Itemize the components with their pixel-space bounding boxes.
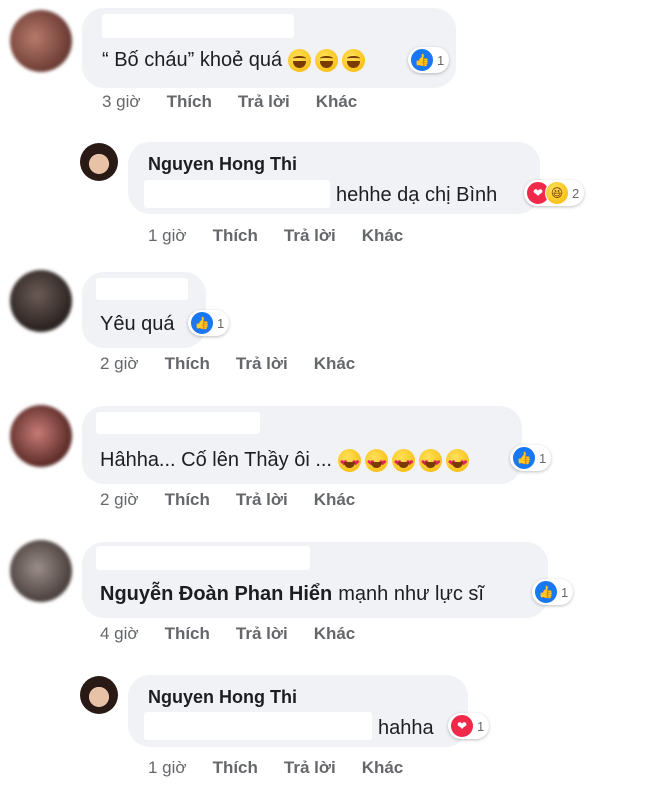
avatar[interactable]: [10, 270, 72, 332]
comment-actions: 3 giờ Thích Trả lời Khác: [102, 92, 383, 112]
redacted-name: [96, 546, 310, 570]
timestamp[interactable]: 2 giờ: [100, 490, 139, 510]
reply-button[interactable]: Trả lời: [238, 92, 290, 112]
emoji-group: [288, 48, 366, 72]
timestamp[interactable]: 1 giờ: [148, 226, 187, 246]
reaction-summary[interactable]: ❤ 1: [448, 713, 490, 739]
comment-text: Hâhha... Cố lên Thầy ôi ...: [100, 448, 469, 475]
reaction-summary[interactable]: ❤ 😆 2: [524, 180, 585, 206]
heart-eyes-emoji: [337, 448, 361, 475]
grinning-sweat-emoji: [342, 48, 366, 72]
comment-text: hehhe dạ chị Bình: [336, 184, 498, 206]
more-button[interactable]: Khác: [314, 490, 356, 510]
avatar[interactable]: [10, 540, 72, 602]
reaction-summary[interactable]: 👍 1: [532, 579, 574, 605]
like-button[interactable]: Thích: [167, 92, 212, 112]
timestamp[interactable]: 3 giờ: [102, 92, 141, 112]
like-reaction-icon: 👍: [410, 48, 434, 72]
comment-author[interactable]: Nguyen Hong Thi: [148, 687, 297, 708]
more-button[interactable]: Khác: [314, 624, 356, 644]
like-reaction-icon: 👍: [534, 580, 558, 604]
like-button[interactable]: Thích: [165, 354, 210, 374]
comment-author[interactable]: Nguyen Hong Thi: [148, 154, 297, 175]
like-reaction-icon: 👍: [512, 446, 536, 470]
redacted-name: [96, 278, 188, 300]
heart-eyes-emoji: [364, 448, 388, 475]
grinning-sweat-emoji: [315, 48, 339, 72]
more-button[interactable]: Khác: [316, 92, 358, 112]
timestamp[interactable]: 1 giờ: [148, 758, 187, 778]
heart-eyes-emoji: [445, 448, 469, 475]
emoji-group: [337, 448, 469, 475]
comment-actions: 1 giờ Thích Trả lời Khác: [148, 226, 429, 246]
comment-text: Nguyễn Đoàn Phan Hiển mạnh như lực sĩ: [100, 582, 484, 606]
timestamp[interactable]: 4 giờ: [100, 624, 139, 644]
avatar[interactable]: [80, 143, 118, 181]
reply-button[interactable]: Trả lời: [236, 354, 288, 374]
comment-actions: 4 giờ Thích Trả lời Khác: [100, 624, 381, 644]
more-button[interactable]: Khác: [362, 758, 404, 778]
comment-text: hahha: [378, 717, 434, 739]
like-reaction-icon: 👍: [190, 311, 214, 335]
mention-link[interactable]: Nguyễn Đoàn Phan Hiển: [100, 582, 332, 606]
avatar[interactable]: [10, 10, 72, 72]
reaction-summary[interactable]: 👍 1: [188, 310, 230, 336]
reply-button[interactable]: Trả lời: [236, 624, 288, 644]
comment-text: “ Bố cháu” khoẻ quá: [102, 48, 366, 72]
reply-button[interactable]: Trả lời: [284, 226, 336, 246]
comment-actions: 1 giờ Thích Trả lời Khác: [148, 758, 429, 778]
reply-button[interactable]: Trả lời: [284, 758, 336, 778]
avatar[interactable]: [80, 676, 118, 714]
reply-button[interactable]: Trả lời: [236, 490, 288, 510]
love-reaction-icon: ❤: [450, 714, 474, 738]
more-button[interactable]: Khác: [314, 354, 356, 374]
like-button[interactable]: Thích: [213, 226, 258, 246]
reaction-summary[interactable]: 👍 1: [408, 47, 450, 73]
comment-actions: 2 giờ Thích Trả lời Khác: [100, 354, 381, 374]
timestamp[interactable]: 2 giờ: [100, 354, 139, 374]
more-button[interactable]: Khác: [362, 226, 404, 246]
like-button[interactable]: Thích: [165, 490, 210, 510]
reaction-summary[interactable]: 👍 1: [510, 445, 552, 471]
avatar[interactable]: [10, 405, 72, 467]
haha-reaction-icon: 😆: [545, 181, 569, 205]
grinning-sweat-emoji: [288, 48, 312, 72]
redacted-name: [96, 412, 260, 434]
like-button[interactable]: Thích: [213, 758, 258, 778]
heart-eyes-emoji: [391, 448, 415, 475]
comment-actions: 2 giờ Thích Trả lời Khác: [100, 490, 381, 510]
redacted-name: [102, 14, 294, 38]
like-button[interactable]: Thích: [165, 624, 210, 644]
comment-text: Yêu quá: [100, 313, 175, 335]
redacted-mention: [144, 180, 330, 208]
redacted-mention: [144, 712, 372, 740]
heart-eyes-emoji: [418, 448, 442, 475]
